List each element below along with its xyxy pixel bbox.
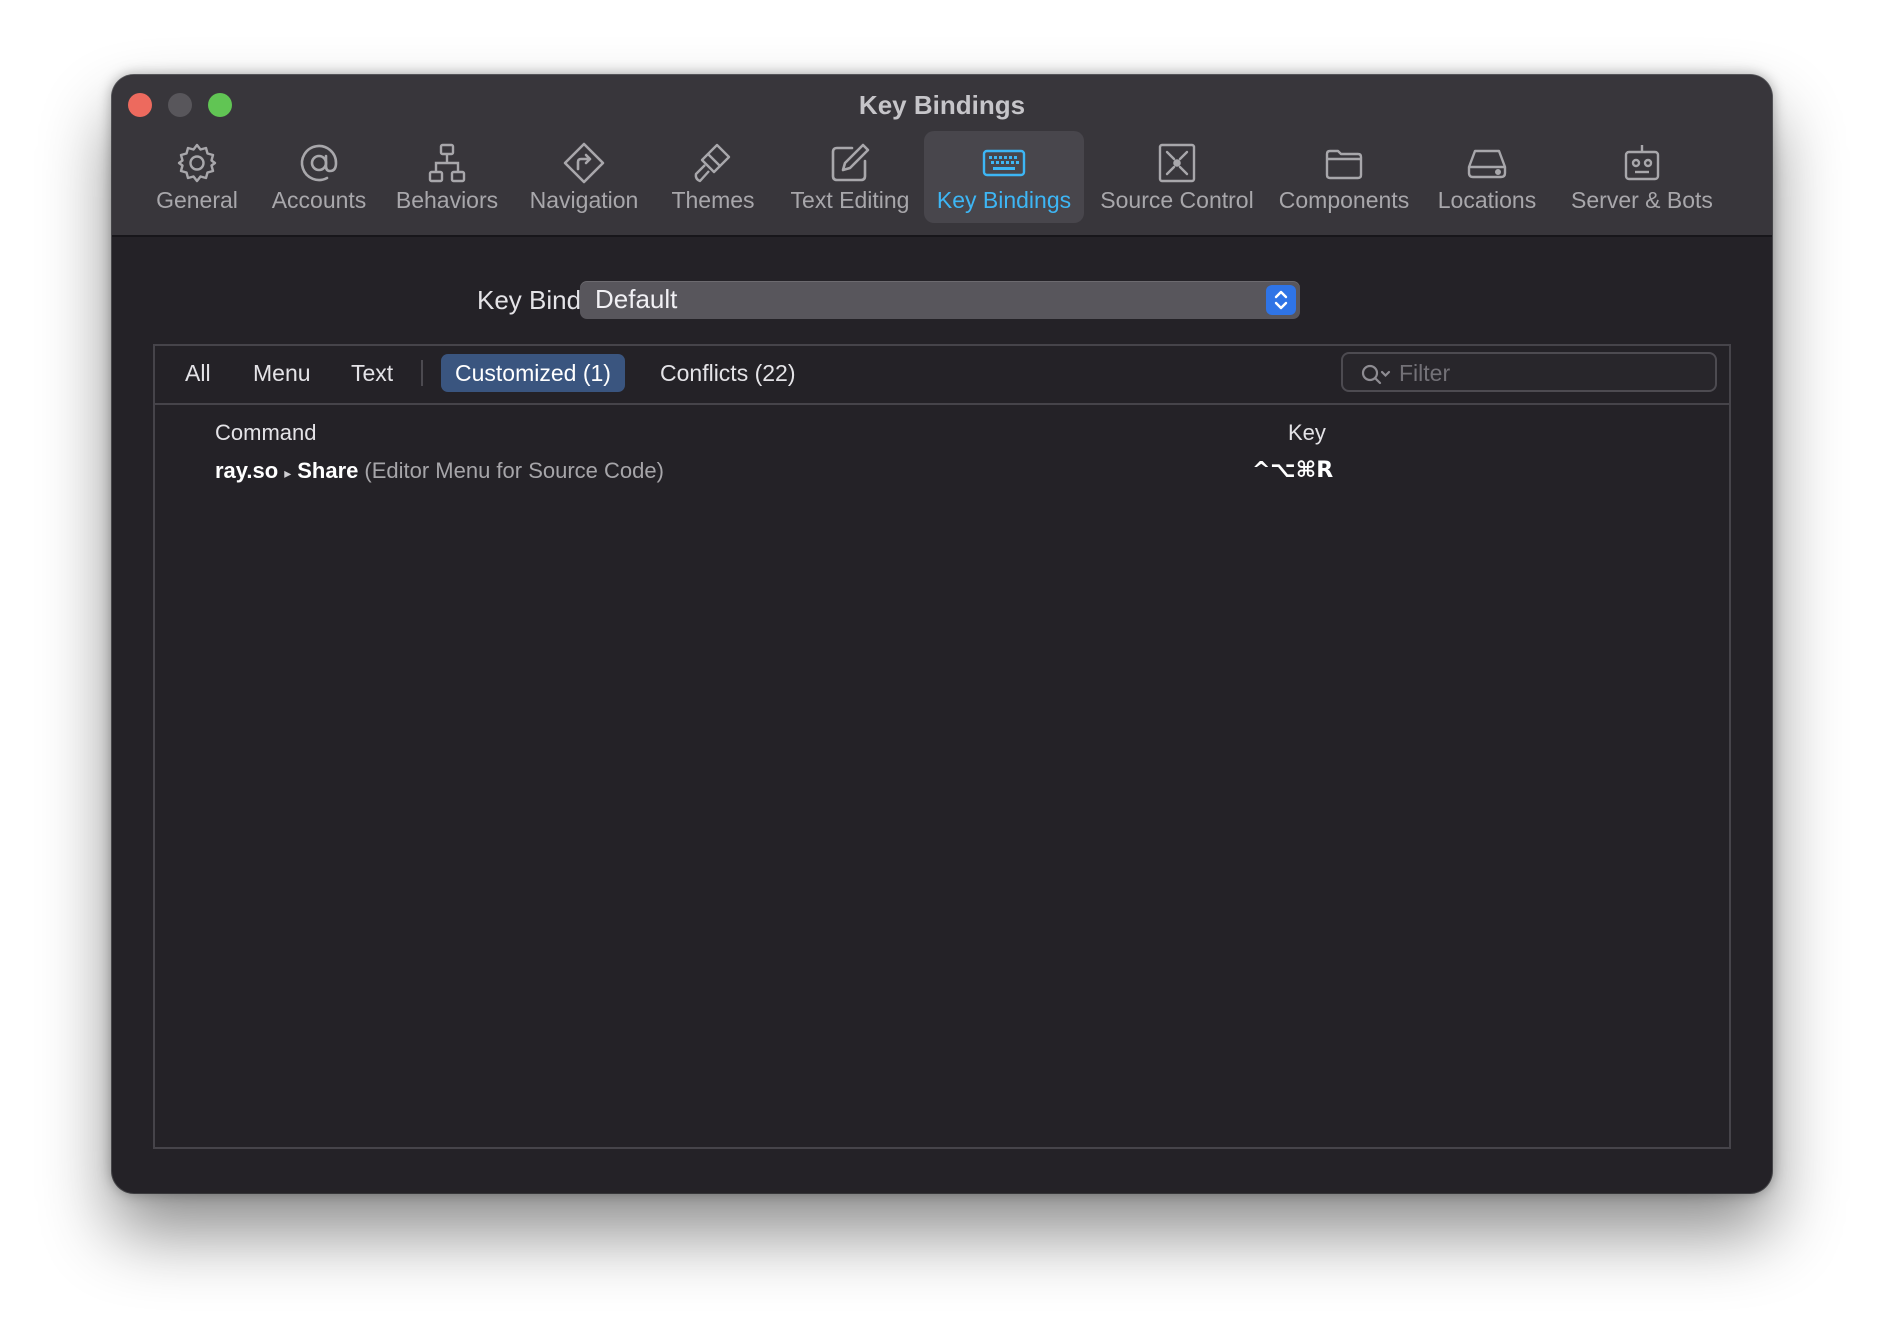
column-header-key[interactable]: Key — [1288, 418, 1326, 448]
command-context: (Editor Menu for Source Code) — [364, 458, 664, 483]
menu-separator-icon: ▸ — [284, 465, 292, 481]
search-icon — [1361, 364, 1391, 385]
key-bindings-panel: All Menu Text Customized (1) Conflicts (… — [153, 344, 1731, 1149]
tab-accounts-label: Accounts — [271, 187, 367, 213]
table-row[interactable]: ray.so ▸ Share (Editor Menu for Source Code… — [155, 454, 1729, 488]
tab-components[interactable]: Components — [1274, 131, 1414, 223]
key-bindings-set-popup[interactable]: Default — [580, 281, 1300, 319]
scope-conflicts[interactable]: Conflicts (22) — [660, 354, 795, 392]
tab-themes-label: Themes — [671, 187, 755, 213]
folder-icon — [1322, 141, 1366, 185]
hierarchy-icon — [425, 141, 469, 185]
tab-general-label: General — [156, 187, 238, 213]
up-down-chevron-icon — [1266, 285, 1296, 315]
filter-search-field[interactable] — [1341, 352, 1717, 392]
tab-locations-label: Locations — [1437, 187, 1537, 213]
at-sign-icon — [297, 141, 341, 185]
tab-general[interactable]: General — [147, 131, 247, 223]
filter-input[interactable] — [1397, 354, 1701, 392]
tab-navigation-label: Navigation — [529, 187, 639, 213]
scope-all[interactable]: All — [185, 354, 211, 392]
column-header-command[interactable]: Command — [215, 418, 316, 448]
paintbrush-icon — [691, 141, 735, 185]
tab-key-bindings[interactable]: Key Bindings — [924, 131, 1084, 223]
tab-locations[interactable]: Locations — [1432, 131, 1542, 223]
scope-bar: All Menu Text Customized (1) Conflicts (… — [155, 346, 1729, 405]
tab-accounts[interactable]: Accounts — [265, 131, 373, 223]
tab-server-bots-label: Server & Bots — [1571, 187, 1713, 213]
route-diamond-icon — [562, 141, 606, 185]
tab-behaviors[interactable]: Behaviors — [392, 131, 502, 223]
keyboard-icon — [982, 141, 1026, 185]
robot-icon — [1620, 141, 1664, 185]
tab-components-label: Components — [1278, 187, 1410, 213]
scope-text[interactable]: Text — [351, 354, 393, 392]
pencil-square-icon — [828, 141, 872, 185]
command-cell: ray.so ▸ Share (Editor Menu for Source Code… — [215, 454, 664, 490]
window-title: Key Bindings — [858, 90, 1026, 120]
tab-key-bindings-label: Key Bindings — [936, 187, 1072, 213]
command-prefix: ray.so — [215, 458, 279, 483]
tab-server-bots[interactable]: Server & Bots — [1562, 131, 1722, 223]
tab-text-editing[interactable]: Text Editing — [782, 131, 918, 223]
toolbar: Key Bindings General Accounts Behaviors … — [112, 75, 1772, 237]
gear-icon — [175, 141, 219, 185]
tab-text-editing-label: Text Editing — [790, 187, 910, 213]
scope-divider — [421, 360, 423, 386]
key-shortcut-cell[interactable]: ^⌥⌘R — [1252, 454, 1333, 488]
drive-icon — [1465, 141, 1509, 185]
scope-customized[interactable]: Customized (1) — [441, 354, 625, 392]
tab-themes[interactable]: Themes — [665, 131, 761, 223]
tab-source-control-label: Source Control — [1100, 187, 1254, 213]
command-name: Share — [297, 458, 359, 483]
tab-behaviors-label: Behaviors — [395, 187, 499, 213]
preferences-window: Key Bindings General Accounts Behaviors … — [112, 75, 1772, 1193]
key-bindings-set-value: Default — [595, 284, 678, 314]
tab-navigation[interactable]: Navigation — [522, 131, 646, 223]
tab-source-control[interactable]: Source Control — [1097, 131, 1257, 223]
scope-menu[interactable]: Menu — [253, 354, 311, 392]
source-control-icon — [1155, 141, 1199, 185]
